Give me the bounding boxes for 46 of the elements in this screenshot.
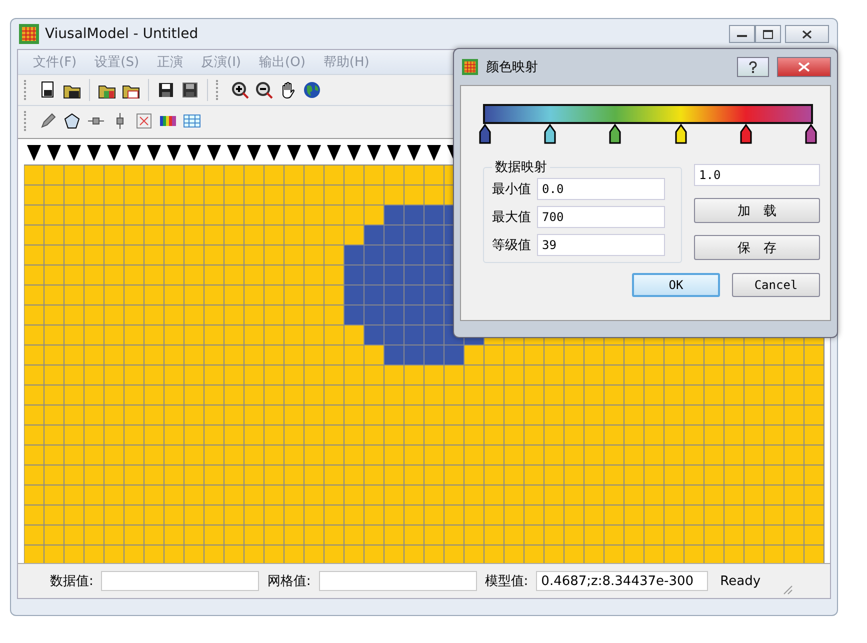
close-button[interactable] xyxy=(785,25,829,43)
resize-grip-icon[interactable] xyxy=(782,585,793,595)
status-field[interactable]: 0.4687;z:8.34437e-300 xyxy=(536,571,708,591)
table-icon[interactable] xyxy=(183,112,201,130)
minimize-button[interactable] xyxy=(729,25,755,43)
color-stop-handle[interactable] xyxy=(740,124,752,144)
status-text: Ready xyxy=(719,574,762,588)
status-field[interactable] xyxy=(101,571,260,591)
dialog-title: 颜色映射 xyxy=(486,59,539,76)
field-label: 最小值 xyxy=(492,181,531,198)
input-field[interactable]: 700 xyxy=(537,206,665,228)
field-label: 等级值 xyxy=(492,237,531,254)
zoom-out-icon[interactable] xyxy=(255,81,273,99)
cancel-button[interactable]: Cancel xyxy=(732,273,820,297)
question-mark-icon xyxy=(749,61,757,73)
ok-button[interactable]: OK xyxy=(632,273,720,297)
pencil-icon[interactable] xyxy=(39,112,57,130)
zoom-in-icon[interactable] xyxy=(231,81,249,99)
field-label: 最大值 xyxy=(492,209,531,226)
pentagon-icon[interactable] xyxy=(63,112,81,130)
dialog-button[interactable]: 加 载 xyxy=(694,198,820,223)
help-button[interactable] xyxy=(737,57,769,77)
globe-icon[interactable] xyxy=(303,81,321,99)
status-label: 数据值: xyxy=(49,573,94,590)
status-label: 网格值: xyxy=(266,573,312,590)
input-field[interactable]: 39 xyxy=(537,234,665,256)
color-stop-handle[interactable] xyxy=(544,124,556,144)
color-stop-handle[interactable] xyxy=(479,124,491,144)
status-label: 模型值: xyxy=(484,573,530,590)
maximize-icon xyxy=(763,30,773,38)
crossed-square-icon[interactable] xyxy=(135,112,153,130)
dialog-button[interactable]: 保 存 xyxy=(694,235,820,260)
color-stop-handle[interactable] xyxy=(804,124,817,144)
close-button[interactable] xyxy=(777,57,831,77)
maximize-button[interactable] xyxy=(755,25,781,43)
app-logo-icon xyxy=(462,59,478,75)
group-title: 数据映射 xyxy=(494,159,548,176)
status-field[interactable] xyxy=(318,571,477,591)
app-logo-icon xyxy=(19,24,39,44)
color-stop-handle[interactable] xyxy=(674,124,687,144)
close-icon xyxy=(798,62,810,72)
close-icon xyxy=(802,30,812,38)
input-field[interactable]: 0.0 xyxy=(537,178,665,200)
input-field[interactable]: 1.0 xyxy=(694,164,820,186)
window-title: ViusalModel - Untitled xyxy=(45,26,200,42)
color-stop-handle[interactable] xyxy=(609,124,622,144)
